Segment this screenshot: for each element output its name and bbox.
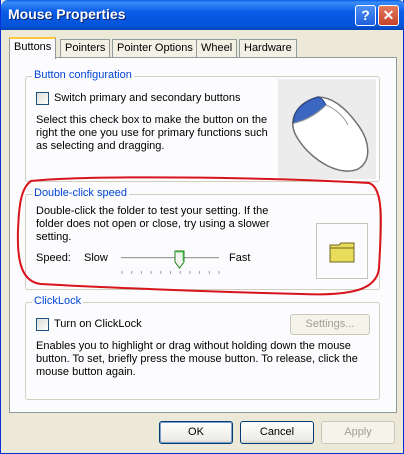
clicklock-settings-button[interactable]: Settings...	[290, 314, 370, 335]
clicklock-group: ClickLock Turn on ClickLock Settings... …	[25, 295, 380, 400]
tab-panel-buttons: Button configuration Switch primary and …	[9, 57, 397, 413]
button-configuration-title: Button configuration	[32, 69, 134, 81]
speed-slider-track[interactable]	[121, 257, 219, 260]
tab-pointers[interactable]: Pointers	[60, 39, 111, 58]
clicklock-label[interactable]: Turn on ClickLock	[54, 318, 142, 331]
double-click-speed-title: Double-click speed	[32, 187, 129, 199]
clicklock-desc-line-2: button. To set, briefly press the mouse …	[36, 353, 358, 365]
ok-button[interactable]: OK	[159, 421, 233, 444]
clicklock-desc-line-1: Enables you to highlight or drag without…	[36, 340, 351, 352]
test-folder-box[interactable]	[316, 223, 368, 279]
clicklock-checkbox[interactable]	[36, 318, 49, 331]
double-click-desc-line-1: Double-click the folder to test your set…	[36, 205, 269, 217]
button-config-desc-line-3: as selecting and dragging.	[36, 140, 165, 152]
tab-wheel[interactable]: Wheel	[196, 39, 238, 58]
close-button[interactable]: ✕	[378, 5, 399, 26]
clicklock-title: ClickLock	[32, 295, 84, 307]
double-click-speed-group: Double-click speed Double-click the fold…	[25, 187, 380, 290]
double-click-desc-line-2: folder does not open or close, try using…	[36, 218, 270, 230]
apply-button[interactable]: Apply	[321, 421, 395, 444]
window-title: Mouse Properties	[8, 6, 126, 22]
slow-label: Slow	[84, 252, 108, 264]
button-config-desc-line-2: right the one you use for primary functi…	[36, 127, 268, 139]
tab-hardware[interactable]: Hardware	[239, 39, 297, 58]
switch-buttons-label[interactable]: Switch primary and secondary buttons	[54, 92, 240, 105]
folder-icon[interactable]	[329, 241, 355, 263]
clicklock-desc-line-3: mouse button again.	[36, 366, 136, 378]
cancel-button[interactable]: Cancel	[240, 421, 314, 444]
help-button[interactable]: ?	[355, 5, 376, 26]
tab-pointer-options[interactable]: Pointer Options	[112, 39, 198, 58]
double-click-desc-line-3: setting.	[36, 231, 72, 243]
button-configuration-group: Button configuration Switch primary and …	[25, 69, 380, 182]
switch-buttons-checkbox[interactable]	[36, 92, 49, 105]
mouse-properties-window: Mouse Properties ? ✕ Buttons Pointers Po…	[0, 0, 404, 454]
tab-buttons[interactable]: Buttons	[9, 37, 57, 59]
speed-slider-ticks	[121, 271, 220, 274]
speed-label: Speed:	[36, 252, 71, 264]
speed-slider-thumb[interactable]	[174, 250, 185, 269]
title-bar[interactable]: Mouse Properties ? ✕	[1, 0, 404, 30]
mouse-icon	[278, 79, 376, 179]
fast-label: Fast	[229, 252, 251, 264]
button-config-desc-line-1: Select this check box to make the button…	[36, 114, 268, 126]
